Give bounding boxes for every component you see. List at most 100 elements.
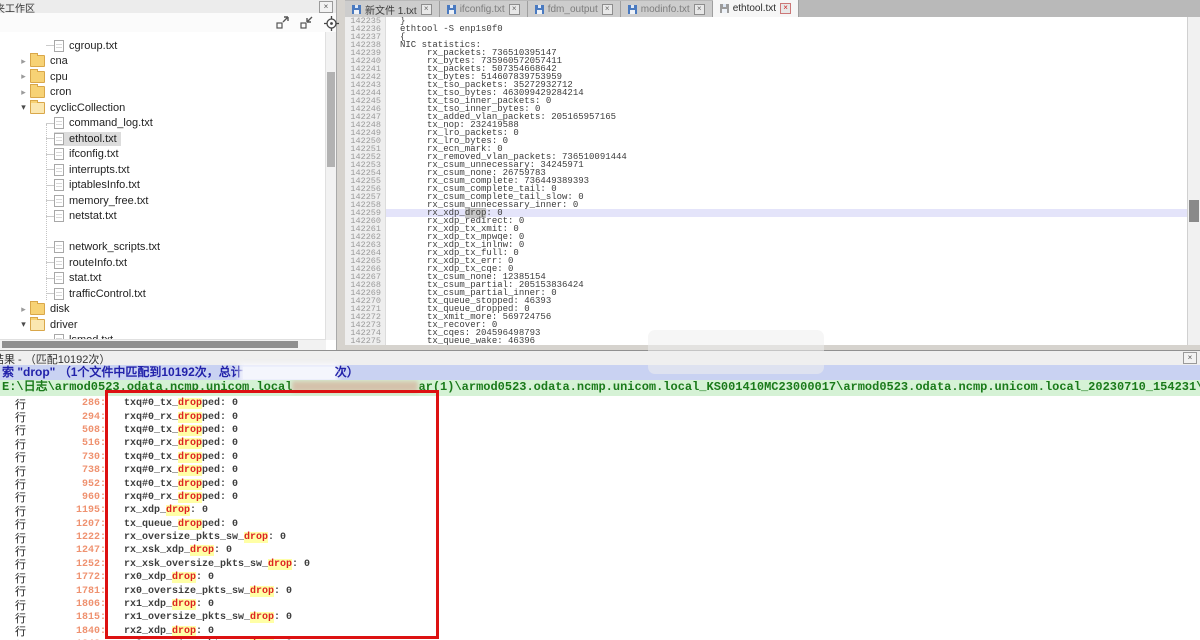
tree-item-disk[interactable]: ▸disk bbox=[0, 302, 326, 318]
editor-vertical-scrollbar[interactable] bbox=[1187, 17, 1200, 345]
tab-close-icon[interactable]: × bbox=[602, 4, 613, 15]
result-row[interactable]: 行738:rxq#0_rx_dropped: 0 bbox=[0, 464, 1200, 477]
tab-modinfo.txt[interactable]: modinfo.txt× bbox=[621, 1, 713, 17]
result-text: rx1_oversize_pkts_sw_drop: 0 bbox=[106, 612, 292, 623]
workspace-toolbar bbox=[0, 13, 336, 32]
result-row[interactable]: 行960:rxq#0_rx_dropped: 0 bbox=[0, 491, 1200, 504]
result-row[interactable]: 行508:txq#0_tx_dropped: 0 bbox=[0, 424, 1200, 437]
tab-close-icon[interactable]: × bbox=[509, 4, 520, 15]
results-close-icon[interactable]: × bbox=[1183, 352, 1197, 364]
file-icon bbox=[54, 288, 64, 300]
tab-新文件 1.txt[interactable]: 新文件 1.txt× bbox=[345, 1, 440, 17]
tree-item-ifconfig.txt[interactable]: ifconfig.txt bbox=[0, 147, 326, 163]
tab-fdm_output[interactable]: fdm_output × bbox=[528, 1, 621, 17]
editor-line: 142236ethtool -S enp1s0f0 bbox=[345, 25, 1188, 33]
search-file-path-line[interactable]: E:\日志\armod0523.odata.ncmp.unicom.locala… bbox=[0, 380, 1200, 396]
tree-item-network_scripts.txt[interactable]: network_scripts.txt bbox=[0, 240, 326, 256]
result-line-number: 1840: bbox=[44, 626, 106, 637]
line-content: ethtool -S enp1s0f0 bbox=[386, 25, 1188, 33]
tree-item-text: interrupts.txt bbox=[69, 164, 130, 176]
match-highlight: drop bbox=[166, 505, 190, 516]
editor-text-area[interactable]: 142235}142236ethtool -S enp1s0f0142237{1… bbox=[345, 17, 1188, 345]
file-tree[interactable]: cgroup.txt▸cna▸cpu▸cron▾cyclicCollection… bbox=[0, 32, 326, 340]
workspace-close-icon[interactable]: × bbox=[319, 1, 333, 13]
tree-horizontal-scrollbar[interactable] bbox=[0, 339, 326, 350]
chevron-right-icon[interactable]: ▸ bbox=[18, 71, 29, 82]
result-row[interactable]: 行1806:rx1_xdp_drop: 0 bbox=[0, 598, 1200, 611]
tree-item-label: disk bbox=[29, 302, 74, 316]
tree-item-routeInfo.txt[interactable]: routeInfo.txt bbox=[0, 255, 326, 271]
result-line-number: 1772: bbox=[44, 572, 106, 583]
result-row[interactable]: 行516:rxq#0_rx_dropped: 0 bbox=[0, 437, 1200, 450]
result-row[interactable]: 行730:txq#0_tx_dropped: 0 bbox=[0, 451, 1200, 464]
tree-item-label: cna bbox=[29, 54, 72, 68]
result-row[interactable]: 行1195:rx_xdp_drop: 0 bbox=[0, 504, 1200, 517]
tree-connector bbox=[46, 123, 54, 124]
tree-item-ethtool.txt[interactable]: ethtool.txt bbox=[0, 131, 326, 147]
scrollbar-thumb[interactable] bbox=[327, 72, 335, 167]
tree-item-command_log.txt[interactable]: command_log.txt bbox=[0, 116, 326, 132]
tab-close-icon[interactable]: × bbox=[780, 3, 791, 14]
tree-item-cron[interactable]: ▸ cron bbox=[0, 85, 326, 101]
match-highlight: drop bbox=[178, 465, 202, 476]
chevron-right-icon[interactable]: ▸ bbox=[18, 304, 29, 315]
result-row[interactable]: 行1815:rx1_oversize_pkts_sw_drop: 0 bbox=[0, 611, 1200, 624]
tree-item-stat.txt[interactable]: stat.txt bbox=[0, 271, 326, 287]
chevron-down-icon[interactable]: ▾ bbox=[18, 319, 29, 330]
collapse-all-icon[interactable] bbox=[300, 16, 314, 29]
chevron-down-icon[interactable]: ▾ bbox=[18, 102, 29, 113]
tree-item-cgroup.txt[interactable]: cgroup.txt bbox=[0, 38, 326, 54]
tree-item-netstat.txt[interactable]: netstat.txt bbox=[0, 209, 326, 225]
tree-item-text: ifconfig.txt bbox=[69, 148, 119, 160]
tree-connector bbox=[46, 154, 54, 155]
result-row[interactable]: 行294:rxq#0_rx_dropped: 0 bbox=[0, 410, 1200, 423]
results-header-label: 结果 - （匹配10192次） bbox=[0, 351, 110, 365]
result-row[interactable]: 行952:txq#0_tx_dropped: 0 bbox=[0, 477, 1200, 490]
chevron-right-icon[interactable]: ▸ bbox=[18, 56, 29, 67]
file-icon bbox=[54, 179, 64, 191]
result-row[interactable]: 行286:txq#0_tx_dropped: 0 bbox=[0, 397, 1200, 410]
tree-item-trafficControl.txt[interactable]: trafficControl.txt bbox=[0, 286, 326, 302]
scrollbar-thumb[interactable] bbox=[1189, 200, 1199, 222]
tree-item-text: ethtool.txt bbox=[69, 133, 117, 145]
tree-item-text: cron bbox=[50, 86, 71, 98]
result-row[interactable]: 行1247:rx_xsk_xdp_drop: 0 bbox=[0, 544, 1200, 557]
tree-item-memory_free.txt[interactable]: memory_free.txt bbox=[0, 193, 326, 209]
chevron-right-icon[interactable]: ▸ bbox=[18, 87, 29, 98]
result-row[interactable]: 行1222:rx_oversize_pkts_sw_drop: 0 bbox=[0, 531, 1200, 544]
match-highlight: drop bbox=[178, 412, 202, 423]
line-content: tx_xmit_more: 569724756 bbox=[386, 313, 1188, 321]
match-highlight: drop bbox=[244, 532, 268, 543]
result-row[interactable]: 行1252:rx_xsk_oversize_pkts_sw_drop: 0 bbox=[0, 558, 1200, 571]
result-row[interactable]: 行1840:rx2_xdp_drop: 0 bbox=[0, 625, 1200, 638]
match-highlight: drop bbox=[178, 398, 202, 409]
tree-item-cpu[interactable]: ▸cpu bbox=[0, 69, 326, 85]
tree-item-cyclicCollection[interactable]: ▾cyclicCollection bbox=[0, 100, 326, 116]
tab-label: fdm_output bbox=[548, 4, 598, 15]
result-row[interactable]: 行1781:rx0_oversize_pkts_sw_drop: 0 bbox=[0, 584, 1200, 597]
tree-vertical-scrollbar[interactable] bbox=[325, 32, 336, 340]
tree-item-text: routeInfo.txt bbox=[69, 257, 127, 269]
scrollbar-thumb[interactable] bbox=[2, 341, 298, 348]
tree-item-interrupts.txt[interactable]: interrupts.txt bbox=[0, 162, 326, 178]
result-text: rx0_oversize_pkts_sw_drop: 0 bbox=[106, 586, 292, 597]
result-row[interactable]: 行1207:tx_queue_dropped: 0 bbox=[0, 518, 1200, 531]
tab-close-icon[interactable]: × bbox=[421, 4, 432, 15]
result-row[interactable]: 行1772:rx0_xdp_drop: 0 bbox=[0, 571, 1200, 584]
expand-all-icon[interactable] bbox=[276, 16, 290, 29]
locate-file-icon[interactable] bbox=[324, 16, 339, 31]
tree-item-label: netstat.txt bbox=[54, 209, 121, 223]
result-line-number: 508: bbox=[44, 425, 106, 436]
tab-close-icon[interactable]: × bbox=[694, 4, 705, 15]
tree-item-iptablesInfo.txt[interactable]: iptablesInfo.txt bbox=[0, 178, 326, 194]
match-highlight: drop bbox=[178, 479, 202, 490]
tab-ethtool.txt[interactable]: ethtool.txt× bbox=[713, 0, 799, 17]
tab-ifconfig.txt[interactable]: ifconfig.txt× bbox=[440, 1, 528, 17]
tree-item-driver[interactable]: ▾driver bbox=[0, 317, 326, 333]
tree-item-cna[interactable]: ▸cna bbox=[0, 54, 326, 70]
result-line-number: 294: bbox=[44, 412, 106, 423]
match-highlight: drop bbox=[250, 586, 274, 597]
tree-item-text: network_scripts.txt bbox=[69, 241, 160, 253]
save-floppy-icon bbox=[628, 5, 637, 14]
search-summary-line[interactable]: 索 "drop" （1个文件中匹配到10192次，总计次） bbox=[0, 365, 1200, 380]
